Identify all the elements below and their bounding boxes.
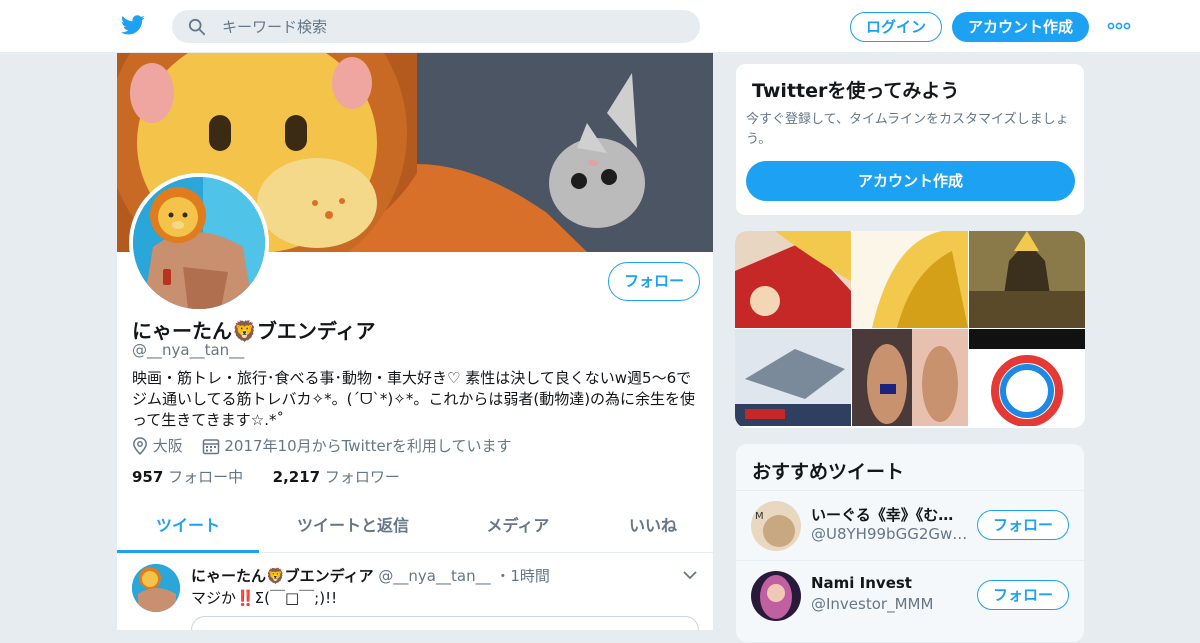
tweet-header: にゃーたん🦁ブエンディア @__nya__tan__ ・1時間: [191, 565, 550, 586]
search-input[interactable]: [222, 10, 682, 43]
profile-joined-date: 2017年10月からTwitterを利用しています: [224, 437, 512, 455]
tab-tweets[interactable]: ツイート: [117, 503, 259, 553]
svg-text:M: M: [755, 511, 764, 522]
recommended-user-row[interactable]: M いーぐる《幸》《む… @U8YH99bGG2GwC… フォロー: [736, 490, 1084, 560]
profile-stats: 957 フォロー中 2,217 フォロワー: [132, 466, 400, 487]
search-icon: [188, 18, 206, 36]
profile-meta: 大阪 2017年10月からTwitterを利用しています: [132, 435, 511, 456]
recommended-tweets-box: おすすめツイート M いーぐる《幸》《む… @U8YH99bGG2GwC… フォ…: [735, 443, 1085, 643]
recommended-user-handle[interactable]: @U8YH99bGG2GwC…: [811, 525, 971, 543]
recommended-user-handle[interactable]: @Investor_MMM: [811, 595, 971, 613]
tweet-quote-card[interactable]: [191, 616, 699, 630]
media-grid: [735, 231, 1085, 428]
profile-avatar[interactable]: [129, 173, 269, 313]
media-thumbnail[interactable]: [852, 231, 968, 328]
media-thumbnail[interactable]: [735, 231, 851, 328]
tweet-avatar[interactable]: [132, 564, 180, 612]
profile-tabs: ツイート ツイートと返信 メディア いいね: [117, 503, 713, 553]
follow-button[interactable]: フォロー: [977, 580, 1069, 610]
profile-column: フォロー にゃーたん🦁ブエンディア @__nya__tan__ 映画・筋トレ・旅…: [116, 53, 714, 630]
followers-count: 2,217: [272, 468, 321, 486]
tweet-item[interactable]: にゃーたん🦁ブエンディア @__nya__tan__ ・1時間 マジか‼️Σ(￣…: [117, 554, 713, 630]
location-pin-icon: [133, 436, 147, 455]
profile-handle[interactable]: @__nya__tan__: [132, 341, 244, 359]
tab-media[interactable]: メディア: [447, 503, 589, 553]
tweet-time[interactable]: 1時間: [510, 567, 550, 585]
signup-promo-box: Twitterを使ってみよう 今すぐ登録して、タイムラインをカスタマイズしましょ…: [735, 63, 1085, 216]
more-dots-icon[interactable]: [1107, 22, 1131, 30]
tab-likes[interactable]: いいね: [582, 503, 713, 553]
followers-link[interactable]: 2,217 フォロワー: [273, 468, 400, 486]
top-navigation-bar: ログイン アカウント作成: [0, 0, 1200, 53]
login-button[interactable]: ログイン: [850, 12, 942, 42]
chevron-down-icon[interactable]: [683, 570, 697, 580]
recommended-user-avatar[interactable]: [751, 571, 801, 621]
profile-name: にゃーたん🦁ブエンディア: [132, 319, 376, 343]
signup-promo-button[interactable]: アカウント作成: [746, 161, 1075, 201]
recommended-user-avatar[interactable]: M: [751, 501, 801, 551]
twitter-bird-icon[interactable]: [120, 13, 146, 37]
following-link[interactable]: 957 フォロー中: [132, 468, 243, 486]
signup-promo-subtitle: 今すぐ登録して、タイムラインをカスタマイズしましょう。: [746, 112, 1069, 147]
recommended-user-name[interactable]: Nami Invest: [811, 574, 966, 592]
follow-button[interactable]: フォロー: [608, 262, 700, 301]
media-thumbnail[interactable]: [969, 231, 1085, 328]
profile-bio: 映画・筋トレ・旅行･食べる事･動物・車大好き♡ 素性は決して良くないw週5〜6で…: [132, 369, 696, 429]
follow-button[interactable]: フォロー: [977, 510, 1069, 540]
following-label: フォロー中: [168, 468, 244, 486]
tab-tweets-and-replies[interactable]: ツイートと返信: [282, 503, 424, 553]
media-thumbnail[interactable]: [852, 329, 968, 426]
media-thumbnail[interactable]: [735, 329, 851, 426]
followers-label: フォロワー: [324, 468, 400, 486]
signup-button[interactable]: アカウント作成: [952, 12, 1089, 42]
tweet-text: マジか‼️Σ(￣□￣;)!!: [191, 589, 338, 607]
search-box[interactable]: [172, 10, 700, 43]
recommended-user-row[interactable]: Nami Invest @Investor_MMM フォロー: [736, 560, 1084, 630]
tweet-author-handle[interactable]: @__nya__tan__: [378, 567, 490, 585]
tweet-separator: ・: [495, 567, 511, 585]
following-count: 957: [132, 468, 164, 486]
signup-promo-title: Twitterを使ってみよう: [752, 80, 960, 102]
tweet-author-name[interactable]: にゃーたん🦁ブエンディア: [191, 567, 374, 585]
profile-location: 大阪: [152, 437, 183, 455]
calendar-icon: [202, 438, 219, 454]
recommended-title: おすすめツイート: [752, 461, 905, 483]
recommended-user-name[interactable]: いーぐる《幸》《む…: [811, 504, 966, 525]
media-thumbnail[interactable]: [969, 329, 1085, 426]
